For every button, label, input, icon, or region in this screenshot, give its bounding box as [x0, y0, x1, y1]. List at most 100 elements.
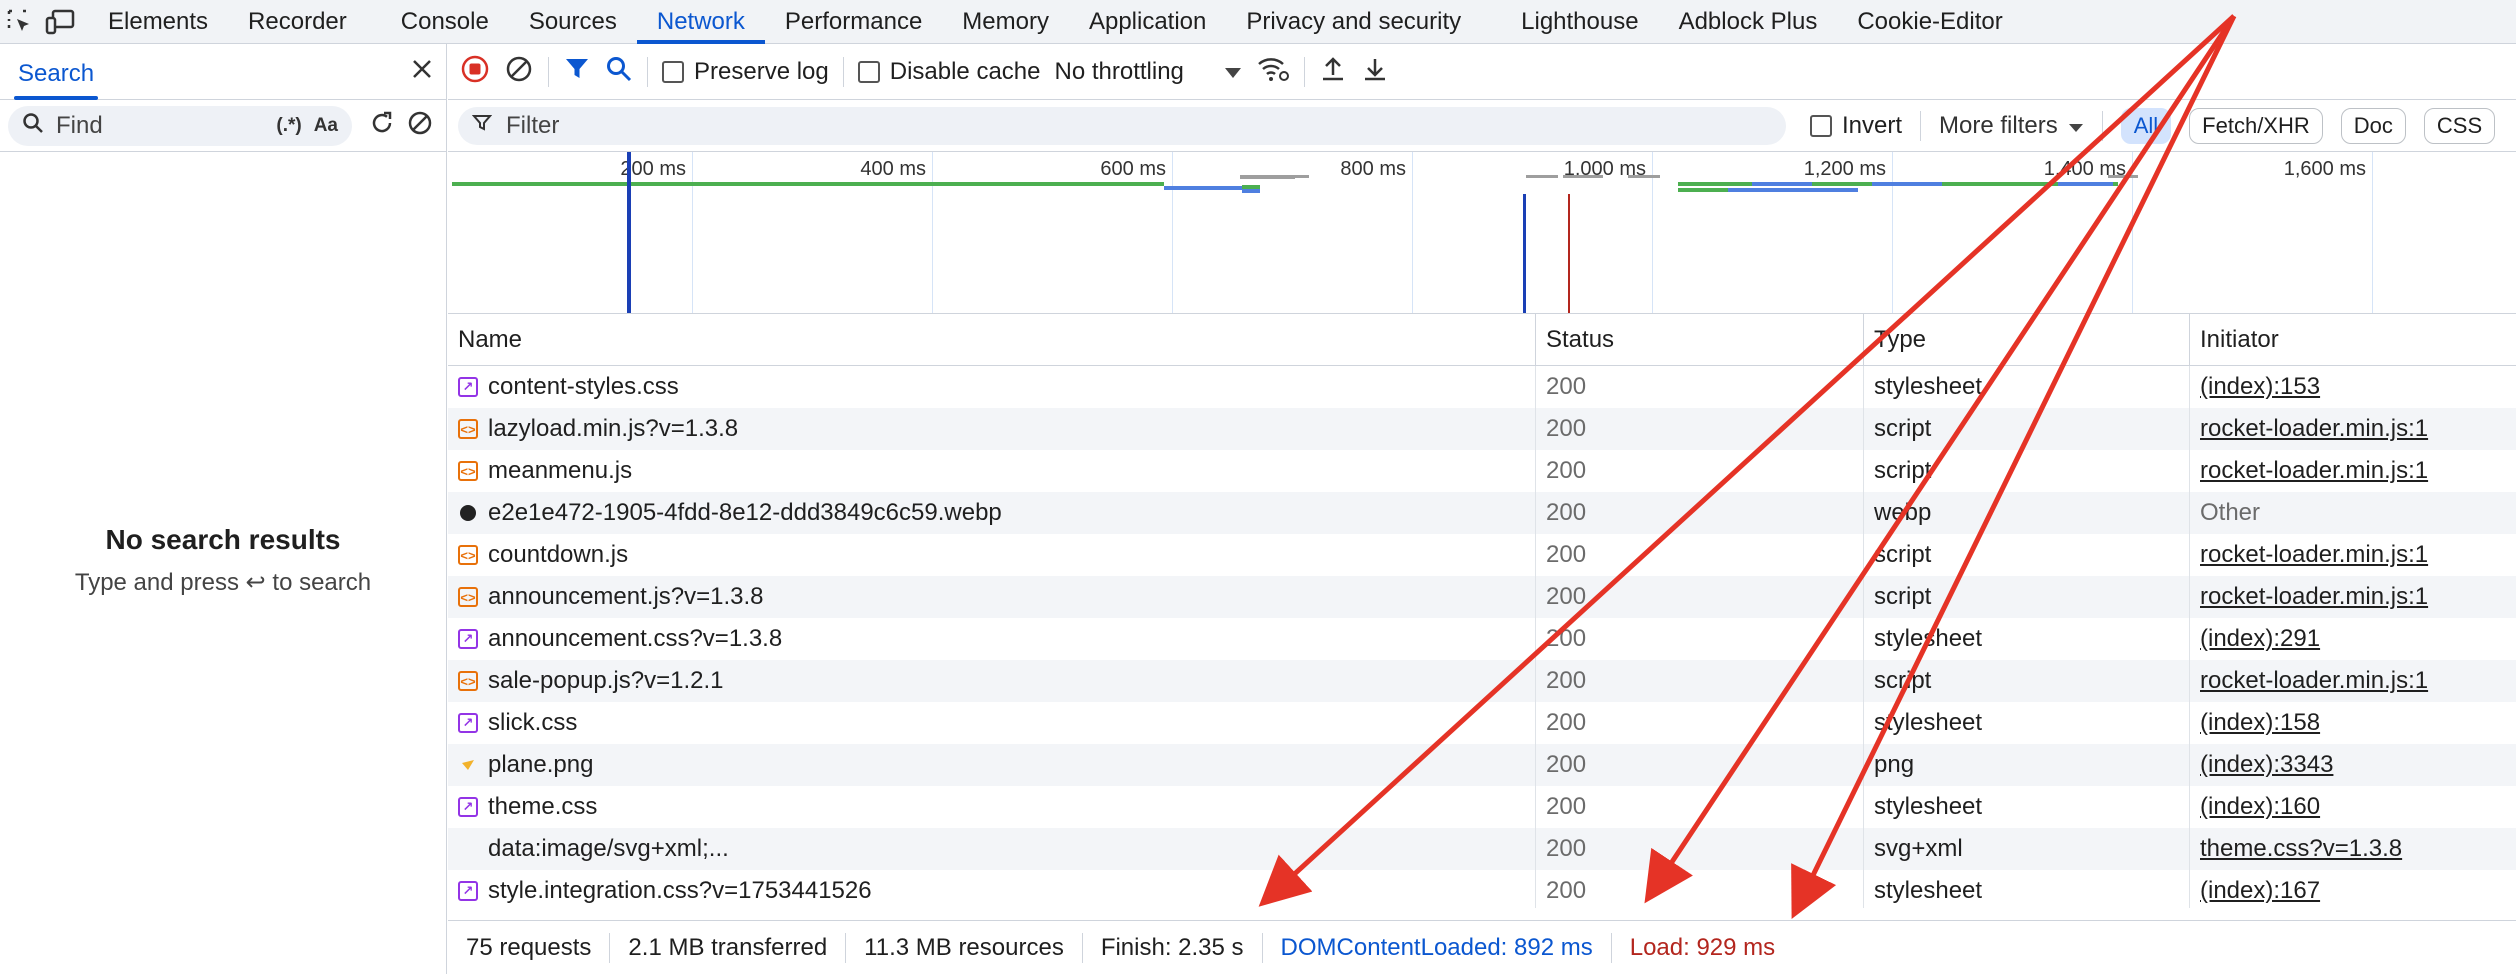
cell-initiator: (index):3343 [2190, 744, 2516, 786]
script-icon: <> [458, 671, 478, 691]
cell-status: 200 [1536, 870, 1864, 908]
tick-label: 200 ms [620, 158, 686, 180]
tab-application[interactable]: Application [1069, 0, 1226, 44]
table-row[interactable]: ↗ slick.css 200 stylesheet (index):158 [448, 702, 2516, 744]
download-icon[interactable] [1361, 55, 1389, 88]
stylesheet-icon: ↗ [458, 713, 478, 733]
more-filters-dropdown[interactable]: More filters [1939, 112, 2084, 140]
tab-console[interactable]: Console [381, 0, 509, 44]
search-panel: Search (.*) Aa No search results Type an… [0, 44, 447, 974]
refresh-icon[interactable] [368, 109, 396, 142]
tab-cookie-editor[interactable]: Cookie-Editor [1837, 0, 2022, 44]
filter-doc-button[interactable]: Doc [2340, 107, 2406, 144]
tab-performance[interactable]: Performance [765, 0, 942, 44]
checkbox-box[interactable] [1810, 114, 1832, 137]
initiator-link[interactable]: rocket-loader.min.js:1 [2200, 541, 2428, 569]
stop-recording-icon[interactable] [460, 54, 490, 89]
preserve-log-checkbox[interactable]: Preserve log [662, 58, 829, 86]
timeline-bar [1526, 175, 1558, 178]
close-icon[interactable] [410, 57, 434, 86]
filter-all-button[interactable]: All [2120, 107, 2172, 144]
match-case-toggle[interactable]: Aa [314, 115, 338, 137]
tab-network[interactable]: Network [636, 0, 765, 44]
column-header-initiator[interactable]: Initiator [2190, 314, 2516, 365]
no-results-hint: Type and press ↩ to search [74, 569, 372, 596]
throttling-select[interactable]: No throttling [1054, 58, 1241, 86]
filter-css-button[interactable]: CSS [2423, 107, 2496, 144]
initiator-link[interactable]: (index):158 [2200, 709, 2320, 737]
initiator-link[interactable]: (index):160 [2200, 793, 2320, 821]
request-name: announcement.js?v=1.3.8 [488, 583, 764, 610]
initiator-link[interactable]: rocket-loader.min.js:1 [2200, 583, 2428, 611]
table-row[interactable]: ↗ announcement.css?v=1.3.8 200 stylesheet (i… [448, 618, 2516, 660]
table-row[interactable]: data:image/svg+xml;... 200 svg+xml theme.cs… [448, 828, 2516, 870]
search-icon[interactable] [605, 55, 633, 88]
filter-fetch-xhr-button[interactable]: Fetch/XHR [2189, 107, 2323, 144]
tab-lighthouse[interactable]: Lighthouse [1501, 0, 1658, 44]
invert-checkbox[interactable]: Invert [1810, 112, 1902, 140]
timeline-bar [2058, 182, 2113, 186]
cell-status: 200 [1536, 534, 1864, 576]
timeline-overview[interactable]: 200 ms 400 ms 600 ms 800 ms 1,000 ms 1,200 ms… [448, 152, 2516, 314]
clear-log-icon[interactable] [504, 54, 534, 89]
tab-elements[interactable]: Elements [88, 0, 228, 44]
timeline-bar [1295, 175, 1309, 178]
initiator-link[interactable]: rocket-loader.min.js:1 [2200, 415, 2428, 443]
timeline-bar [1563, 175, 1603, 178]
disable-cache-checkbox[interactable]: Disable cache [857, 58, 1040, 86]
filter-input[interactable] [506, 111, 1772, 140]
regex-toggle[interactable]: (.*) [276, 115, 301, 137]
table-row[interactable]: <> countdown.js 200 script rocket-loader.min… [448, 534, 2516, 576]
checkbox-box[interactable] [857, 60, 880, 83]
timeline-bar [452, 182, 1164, 186]
script-icon: <> [458, 461, 478, 481]
table-row[interactable]: plane.png 200 png (index):3343 [448, 744, 2516, 786]
tab-adblock-plus[interactable]: Adblock Plus [1659, 0, 1838, 44]
tick-label: 400 ms [860, 158, 926, 180]
table-row[interactable]: <> meanmenu.js 200 script rocket-loader.min.… [448, 450, 2516, 492]
upload-icon[interactable] [1319, 55, 1347, 88]
tab-memory[interactable]: Memory [942, 0, 1069, 44]
column-header-name[interactable]: Name [448, 314, 1536, 365]
tab-privacy-and-security[interactable]: Privacy and security [1226, 0, 1481, 44]
cell-status: 200 [1536, 576, 1864, 618]
table-row[interactable]: ↗ content-styles.css 200 stylesheet (index):… [448, 366, 2516, 408]
initiator-link[interactable]: (index):153 [2200, 373, 2320, 401]
cell-type: webp [1864, 492, 2190, 534]
cell-initiator: theme.css?v=1.3.8 [2190, 828, 2516, 870]
cell-initiator: rocket-loader.min.js:1 [2190, 576, 2516, 618]
find-input[interactable] [56, 111, 265, 140]
initiator-link[interactable]: (index):3343 [2200, 751, 2333, 779]
filter-icon[interactable] [563, 55, 591, 88]
table-body: ↗ content-styles.css 200 stylesheet (index):… [448, 366, 2516, 908]
column-header-type[interactable]: Type [1864, 314, 2190, 365]
inspect-element-icon[interactable] [0, 0, 40, 44]
table-row[interactable]: ↗ style.integration.css?v=1753441526 200st… [448, 870, 2516, 908]
initiator-link[interactable]: (index):167 [2200, 877, 2320, 905]
cell-type: stylesheet [1864, 618, 2190, 660]
initiator-link[interactable]: rocket-loader.min.js:1 [2200, 457, 2428, 485]
blank-icon [458, 839, 478, 859]
table-row[interactable]: ↗ theme.css 200 stylesheet (index):160 [448, 786, 2516, 828]
checkbox-box[interactable] [662, 60, 684, 83]
column-header-status[interactable]: Status [1536, 314, 1864, 365]
initiator-link[interactable]: theme.css?v=1.3.8 [2200, 835, 2402, 863]
table-row[interactable]: <> sale-popup.js?v=1.2.1 200 script rocket-l… [448, 660, 2516, 702]
table-row[interactable]: <> announcement.js?v=1.3.8 200 script rocket… [448, 576, 2516, 618]
table-row[interactable]: <> lazyload.min.js?v=1.3.8 200 script rocket… [448, 408, 2516, 450]
cell-status: 200 [1536, 450, 1864, 492]
table-row[interactable]: e2e1e472-1905-4fdd-8e12-ddd3849c6c59.web… [448, 492, 2516, 534]
initiator-link[interactable]: rocket-loader.min.js:1 [2200, 667, 2428, 695]
device-toolbar-icon[interactable] [40, 0, 80, 44]
clear-icon[interactable] [406, 109, 434, 142]
tab-recorder[interactable]: Recorder [228, 0, 367, 44]
requests-count: 75 requests [448, 932, 611, 963]
tab-sources[interactable]: Sources [509, 0, 637, 44]
search-panel-tab[interactable]: Search [13, 44, 99, 100]
cell-status: 200 [1536, 366, 1864, 408]
timeline-bar [2108, 175, 2138, 178]
initiator-link[interactable]: (index):291 [2200, 625, 2320, 653]
request-name: data:image/svg+xml;... [488, 835, 729, 862]
search-icon [22, 112, 44, 139]
network-conditions-icon[interactable] [1256, 54, 1290, 89]
